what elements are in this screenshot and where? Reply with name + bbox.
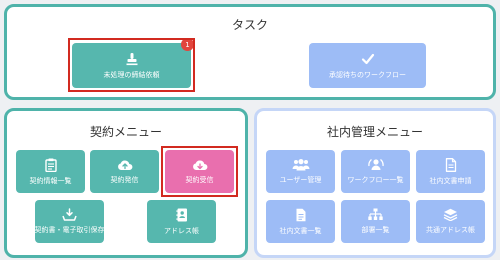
contract-list-label: 契約情報一覧 [29, 176, 72, 185]
internal-document-request-button[interactable]: 社内文書申請 [416, 150, 485, 193]
pending-signing-requests-label: 未処理の締結依頼 [103, 70, 160, 79]
contract-receive-label: 契約受信 [185, 176, 214, 184]
task-panel-title: タスク [231, 18, 268, 32]
check-icon [361, 53, 374, 64]
notification-badge: 1 [181, 38, 194, 51]
contract-list-button[interactable]: 契約情報一覧 [16, 150, 85, 193]
shared-address-book-label: 共通アドレス帳 [426, 226, 475, 234]
workflow-list-label: ワークフロー一覧 [347, 176, 404, 184]
document-list-icon [296, 208, 305, 221]
internal-document-request-label: 社内文書申請 [429, 176, 472, 185]
cloud-upload-icon [117, 160, 132, 170]
internal-menu-title: 社内管理メニュー [326, 125, 423, 139]
pending-signing-requests-button[interactable]: 未処理の締結依頼 [72, 43, 191, 88]
contract-send-button[interactable]: 契約発信 [90, 150, 159, 193]
shared-address-book-button[interactable]: 共通アドレス帳 [416, 200, 485, 243]
users-icon [292, 159, 309, 171]
layers-icon [443, 208, 458, 221]
stamp-icon [126, 52, 137, 65]
contract-menu-title: 契約メニュー [89, 125, 162, 139]
contract-receive-button[interactable]: 契約受信 [165, 150, 234, 193]
cloud-download-icon [192, 160, 207, 170]
contract-send-label: 契約発信 [110, 176, 139, 184]
document-icon [445, 157, 456, 172]
internal-document-list-label: 社内文書一覧 [279, 226, 322, 235]
address-book-button[interactable]: アドレス帳 [147, 200, 216, 243]
department-list-label: 部署一覧 [361, 226, 390, 234]
user-management-label: ユーザー管理 [279, 176, 322, 184]
workflow-icon [367, 158, 384, 170]
org-chart-icon [368, 208, 383, 220]
department-list-button[interactable]: 部署一覧 [341, 200, 410, 243]
user-management-button[interactable]: ユーザー管理 [266, 150, 335, 193]
internal-document-list-button[interactable]: 社内文書一覧 [266, 200, 335, 243]
contract-storage-label: 契約書・電子取引保存 [34, 226, 105, 234]
workflow-list-button[interactable]: ワークフロー一覧 [341, 150, 410, 193]
clipboard-icon [44, 158, 57, 172]
contract-storage-button[interactable]: 契約書・電子取引保存 [34, 200, 105, 243]
address-book-label: アドレス帳 [164, 226, 199, 235]
pending-approval-workflows-label: 承認待ちのワークフロー [329, 70, 406, 79]
address-book-icon [175, 208, 187, 221]
tray-download-icon [62, 208, 77, 221]
pending-approval-workflows-button[interactable]: 承認待ちのワークフロー [309, 43, 426, 88]
